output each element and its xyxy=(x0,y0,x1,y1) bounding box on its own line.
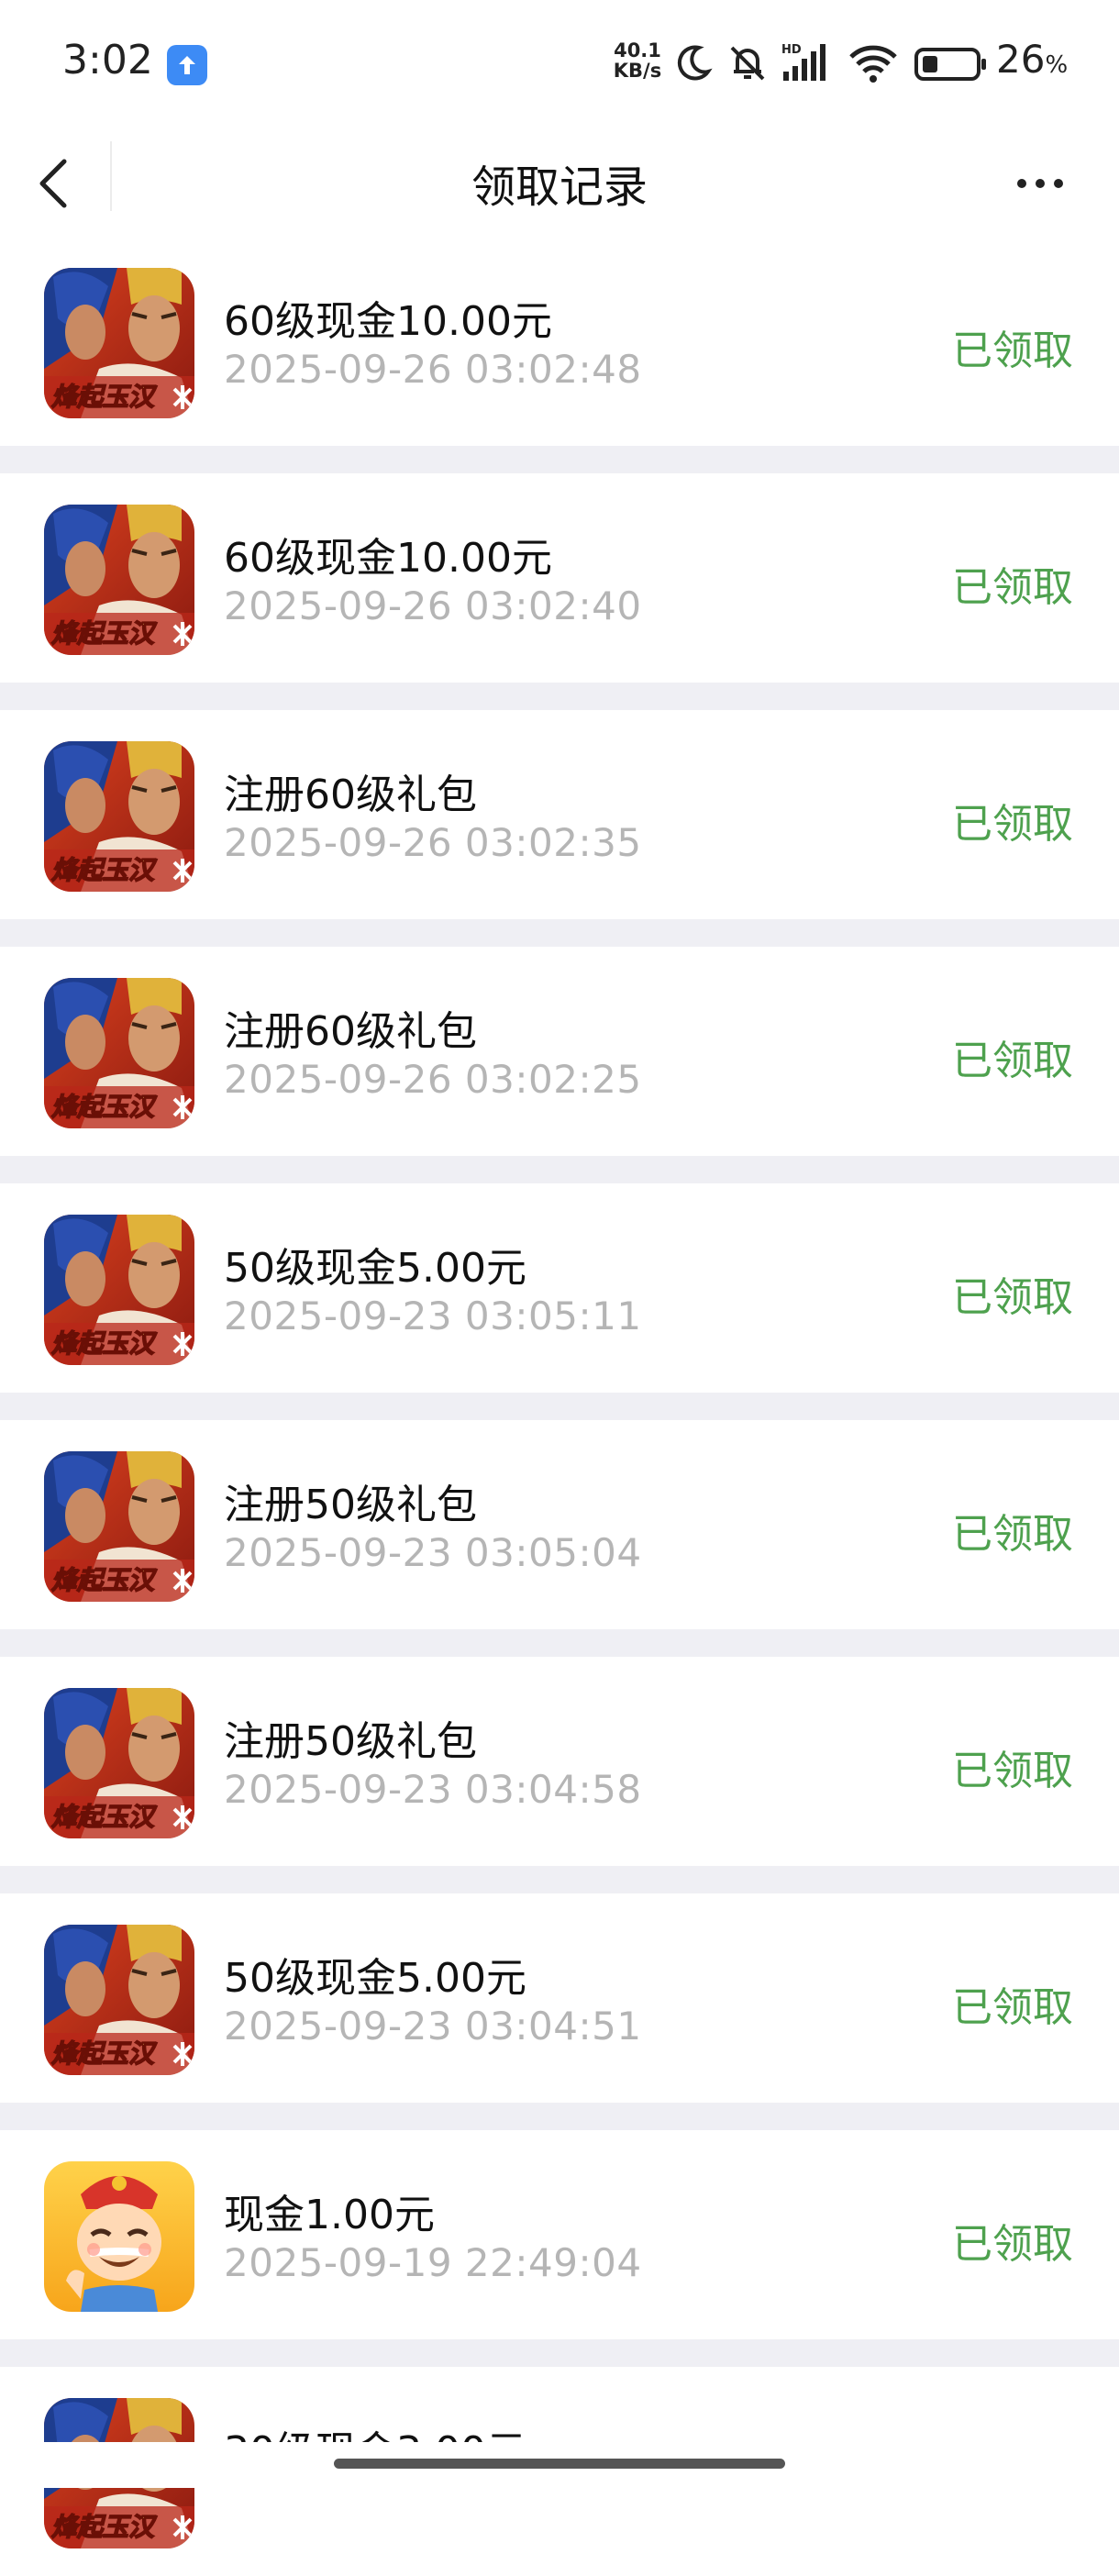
home-indicator[interactable] xyxy=(334,2459,785,2469)
speed-unit: KB/s xyxy=(613,60,662,82)
record-title: 注册60级礼包 xyxy=(224,772,477,818)
record-title: 50级现金5.00元 xyxy=(224,1245,526,1292)
claim-status: 已领取 xyxy=(952,1511,1073,1558)
svg-text:烽起玉汉: 烽起玉汉 xyxy=(51,1092,158,1122)
svg-text:烽起玉汉: 烽起玉汉 xyxy=(51,618,158,649)
warrior-game-icon: 烽起玉汉 xyxy=(44,1688,194,1838)
warrior-game-icon: 烽起玉汉 xyxy=(44,1215,194,1365)
record-timestamp: 2025-09-19 22:49:04 xyxy=(224,2240,642,2285)
svg-text:HD: HD xyxy=(781,43,802,57)
more-button[interactable] xyxy=(1009,165,1073,202)
page-title: 领取记录 xyxy=(471,161,648,213)
claim-status: 已领取 xyxy=(952,1274,1073,1321)
svg-text:烽起玉汉: 烽起玉汉 xyxy=(51,855,158,885)
record-title: 现金1.00元 xyxy=(224,2192,435,2238)
record-row[interactable]: 烽起玉汉 50级现金5.00元 2025-09-23 03:05:11 已领取 xyxy=(0,1183,1119,1420)
warrior-game-icon: 烽起玉汉 xyxy=(44,268,194,418)
claim-status: 已领取 xyxy=(952,1038,1073,1084)
battery-icon xyxy=(914,48,986,81)
svg-text:烽起玉汉: 烽起玉汉 xyxy=(51,2512,158,2542)
record-row[interactable]: 烽起玉汉 50级现金5.00元 2025-09-23 03:04:51 已领取 xyxy=(0,1893,1119,2130)
cartoon-game-icon xyxy=(44,2161,194,2312)
record-timestamp: 2025-09-26 03:02:25 xyxy=(224,1057,642,1102)
svg-text:烽起玉汉: 烽起玉汉 xyxy=(51,1328,158,1359)
record-timestamp: 2025-09-26 03:02:48 xyxy=(224,347,642,392)
claim-status: 已领取 xyxy=(952,1984,1073,2031)
battery-value: 26 xyxy=(996,37,1046,82)
upload-app-icon xyxy=(167,45,207,85)
record-title: 50级现金5.00元 xyxy=(224,1955,526,2002)
status-time: 3:02 xyxy=(62,37,153,83)
record-row[interactable]: 烽起玉汉 注册50级礼包 2025-09-23 03:05:04 已领取 xyxy=(0,1420,1119,1657)
claim-status: 已领取 xyxy=(952,328,1073,374)
record-title: 注册50级礼包 xyxy=(224,1718,477,1765)
claim-status: 已领取 xyxy=(952,801,1073,848)
warrior-game-icon: 烽起玉汉 xyxy=(44,505,194,655)
svg-text:烽起玉汉: 烽起玉汉 xyxy=(51,1802,158,1832)
record-title: 注册50级礼包 xyxy=(224,1482,477,1528)
nav-header: 领取记录 xyxy=(0,128,1119,237)
warrior-game-icon: 烽起玉汉 xyxy=(44,741,194,892)
svg-text:烽起玉汉: 烽起玉汉 xyxy=(51,382,158,412)
moon-icon xyxy=(677,45,713,81)
record-row[interactable]: 烽起玉汉 60级现金10.00元 2025-09-26 03:02:40 已领取 xyxy=(0,473,1119,710)
wifi-icon xyxy=(849,45,897,83)
status-bar: 3:02 40.1 KB/s HD 26% xyxy=(0,0,1119,128)
record-timestamp: 2025-09-26 03:02:40 xyxy=(224,583,642,628)
hd-signal-icon: HD xyxy=(781,43,825,81)
record-timestamp: 2025-09-23 03:05:11 xyxy=(224,1294,642,1338)
claim-status: 已领取 xyxy=(952,1748,1073,1794)
record-row[interactable]: 现金1.00元 2025-09-19 22:49:04 已领取 xyxy=(0,2130,1119,2367)
speed-value: 40.1 xyxy=(614,39,661,61)
record-title: 60级现金10.00元 xyxy=(224,298,552,345)
claim-status: 已领取 xyxy=(952,2221,1073,2268)
record-timestamp: 2025-09-23 03:04:58 xyxy=(224,1767,642,1812)
battery-unit: % xyxy=(1045,51,1069,79)
claim-status: 已领取 xyxy=(952,564,1073,611)
record-title: 注册60级礼包 xyxy=(224,1008,477,1055)
battery-percent: 26% xyxy=(996,37,1068,82)
warrior-game-icon: 烽起玉汉 xyxy=(44,1451,194,1602)
record-title: 60级现金10.00元 xyxy=(224,535,552,582)
record-timestamp: 2025-09-26 03:02:35 xyxy=(224,820,642,865)
svg-text:烽起玉汉: 烽起玉汉 xyxy=(51,1565,158,1595)
record-row[interactable]: 烽起玉汉 60级现金10.00元 2025-09-26 03:02:48 已领取 xyxy=(0,237,1119,473)
network-speed: 40.1 KB/s xyxy=(609,40,666,81)
record-row[interactable]: 烽起玉汉 注册60级礼包 2025-09-26 03:02:35 已领取 xyxy=(0,710,1119,947)
record-row[interactable]: 烽起玉汉 注册60级礼包 2025-09-26 03:02:25 已领取 xyxy=(0,947,1119,1183)
warrior-game-icon: 烽起玉汉 xyxy=(44,978,194,1128)
record-row[interactable]: 烽起玉汉 注册50级礼包 2025-09-23 03:04:58 已领取 xyxy=(0,1657,1119,1893)
record-timestamp: 2025-09-23 03:05:04 xyxy=(224,1530,642,1575)
record-timestamp: 2025-09-23 03:04:51 xyxy=(224,2004,642,2049)
record-list: 烽起玉汉 60级现金10.00元 2025-09-26 03:02:48 已领取 烽… xyxy=(0,237,1119,2576)
more-dots-icon xyxy=(1017,179,1063,188)
warrior-game-icon: 烽起玉汉 xyxy=(44,1925,194,2075)
bell-off-icon xyxy=(730,46,765,81)
svg-text:烽起玉汉: 烽起玉汉 xyxy=(51,2038,158,2069)
